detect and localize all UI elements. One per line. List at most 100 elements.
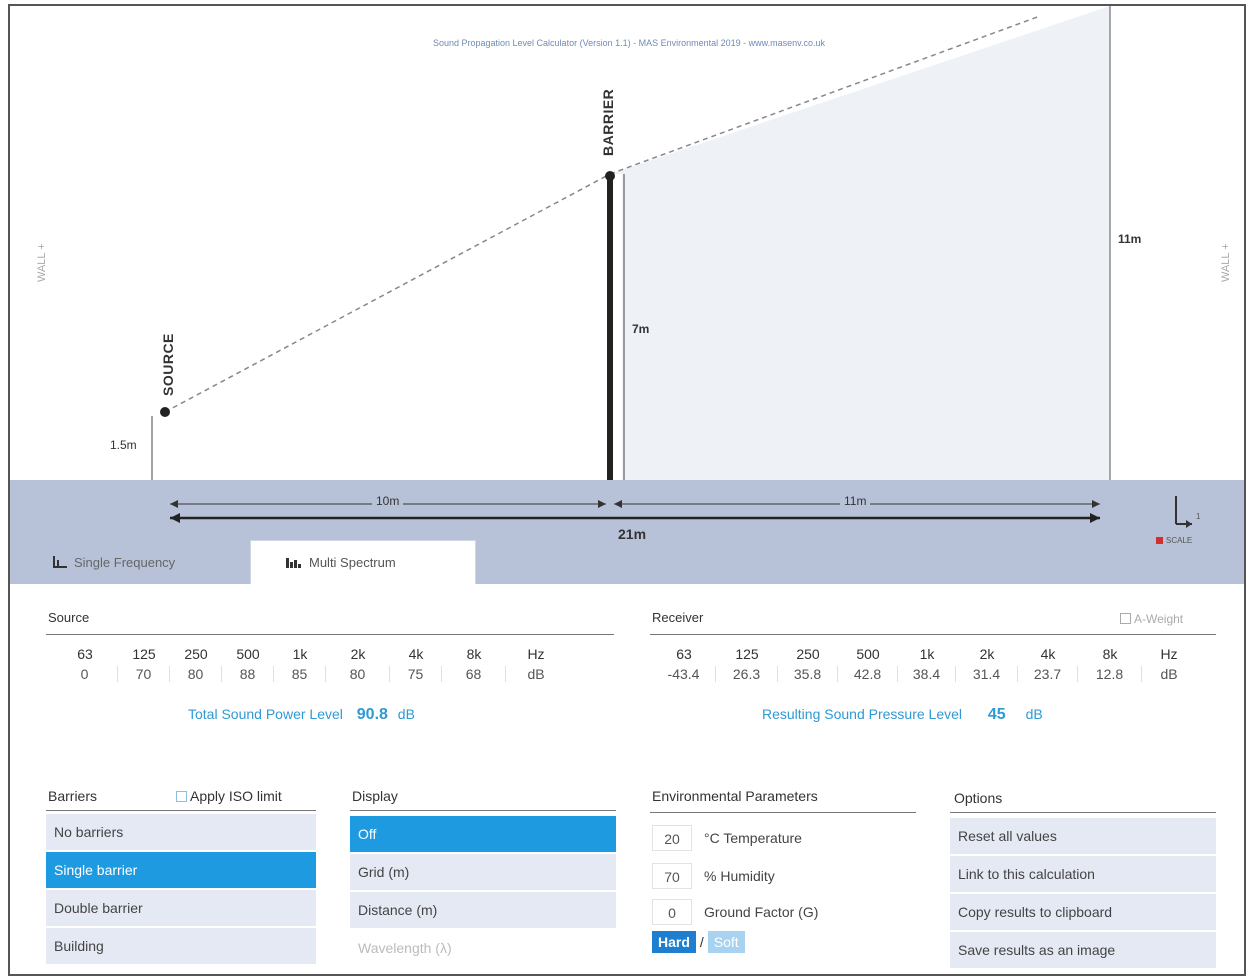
display-option-distance[interactable]: Distance (m) [350,892,616,928]
tab-label: Single Frequency [74,554,176,570]
barrier-option-single[interactable]: Single barrier [46,852,316,888]
receiver-level: -43.4 [652,666,716,682]
ground-factor-input[interactable]: 0 [652,899,692,925]
dist-source-barrier-label: 10m [372,494,404,508]
reset-values-button[interactable]: Reset all values [950,818,1216,854]
iso-limit-toggle[interactable]: Apply ISO limit [176,788,282,804]
freq-label: 4k [408,646,424,662]
source-level-input[interactable]: 80 [170,666,222,682]
freq-label: 63 [676,646,692,662]
source-level-input[interactable]: 80 [326,666,390,682]
humidity-row: 70 % Humidity [652,862,775,890]
freq-label: 8k [466,646,482,662]
freq-label: 2k [979,646,995,662]
temperature-input[interactable]: 20 [652,825,692,851]
scale-widget[interactable]: 1 SCALE [1150,494,1220,552]
receiver-level: 38.4 [898,666,956,682]
options-title: Options [954,790,1003,806]
temperature-label: °C Temperature [704,830,802,846]
source-height-label: 1.5m [110,438,137,452]
freq-label: 500 [856,646,880,662]
scale-lock[interactable]: SCALE [1156,536,1192,545]
soft-ground-button[interactable]: Soft [707,931,745,953]
dim-arrow [170,500,178,508]
receiver-rule [650,634,1216,635]
tab-label: Multi Spectrum [309,555,396,570]
dist-total-label: 21m [614,526,651,542]
source-rule [46,634,614,635]
freq-label: 2k [350,646,366,662]
a-weight-checkbox[interactable] [1120,613,1131,624]
receiver-level: 42.8 [838,666,898,682]
credit-text: Sound Propagation Level Calculator (Vers… [432,38,826,48]
display-option-off[interactable]: Off [350,816,616,852]
sight-line-source [164,173,611,413]
tab-single-frequency[interactable]: Single Frequency [46,540,246,584]
resulting-sound-pressure: Resulting Sound Pressure Level 45 dB [762,706,1043,724]
receiver-level: 31.4 [956,666,1018,682]
options-rule [950,812,1216,813]
freq-label: 125 [132,646,156,662]
unit-label: dB [1160,666,1178,682]
wall-right-label[interactable]: WALL + [1220,243,1232,282]
receiver-level: 12.8 [1078,666,1142,682]
hard-ground-button[interactable]: Hard [652,931,696,953]
source-level-input[interactable]: 0 [52,666,118,682]
barrier-handle[interactable] [605,171,615,181]
receiver-title: Receiver [652,610,704,625]
source-level-input[interactable]: 68 [442,666,506,682]
source-level-input[interactable]: 75 [390,666,442,682]
source-level-input[interactable]: 85 [274,666,326,682]
receiver-level: 26.3 [716,666,778,682]
freq-label: 1k [919,646,935,662]
display-option-wavelength: Wavelength (λ) [350,930,616,966]
ground-type-row: Hard / Soft [652,928,745,956]
iso-limit-checkbox[interactable] [176,791,187,802]
source-level-input[interactable]: 70 [118,666,170,682]
scale-icon [1175,496,1192,528]
tab-multi-spectrum[interactable]: Multi Spectrum [250,540,476,584]
environment-rule [650,812,916,813]
barrier-option-none[interactable]: No barriers [46,814,316,850]
pressure-unit: dB [1025,706,1043,722]
a-weight-toggle[interactable]: A-Weight [1120,612,1183,626]
save-image-button[interactable]: Save results as an image [950,932,1216,968]
dim-arrow [170,513,180,523]
receiver-height-label: 11m [1118,232,1142,246]
settings-area: Barriers Apply ISO limit No barriers Sin… [10,770,1244,974]
scale-label: SCALE [1166,536,1193,545]
display-rule [350,810,616,811]
display-option-grid[interactable]: Grid (m) [350,854,616,890]
freq-label: 250 [184,646,208,662]
barrier-option-building[interactable]: Building [46,928,316,964]
humidity-label: % Humidity [704,868,775,884]
source-level-input[interactable]: 88 [222,666,274,682]
freq-label: 1k [292,646,308,662]
source-label: SOURCE [160,333,176,396]
barrier-label: BARRIER [600,88,616,156]
dim-arrow [598,500,606,508]
scene-drawing [151,6,1111,480]
freq-label: Hz [527,646,545,662]
dim-arrow [1092,500,1100,508]
bar-chart-icon [52,554,68,571]
lock-icon [1156,537,1163,544]
iso-limit-label: Apply ISO limit [190,788,282,804]
total-power-value: 90.8 [356,706,388,723]
dim-arrow [614,500,622,508]
wall-left-label[interactable]: WALL + [36,243,48,282]
spectrum-icon [285,554,303,571]
source-handle[interactable] [160,407,170,417]
pressure-label: Resulting Sound Pressure Level [762,706,963,722]
ground-type-separator: / [699,934,704,950]
total-power-unit: dB [397,706,415,722]
barriers-rule [46,810,316,811]
a-weight-label: A-Weight [1134,612,1184,626]
humidity-input[interactable]: 70 [652,863,692,889]
copy-results-button[interactable]: Copy results to clipboard [950,894,1216,930]
link-calculation-button[interactable]: Link to this calculation [950,856,1216,892]
freq-label: 8k [1102,646,1118,662]
temperature-row: 20 °C Temperature [652,824,802,852]
barrier-option-double[interactable]: Double barrier [46,890,316,926]
receiver-value-row: -43.4 26.3 35.8 42.8 38.4 31.4 23.7 12.8… [652,666,1196,682]
